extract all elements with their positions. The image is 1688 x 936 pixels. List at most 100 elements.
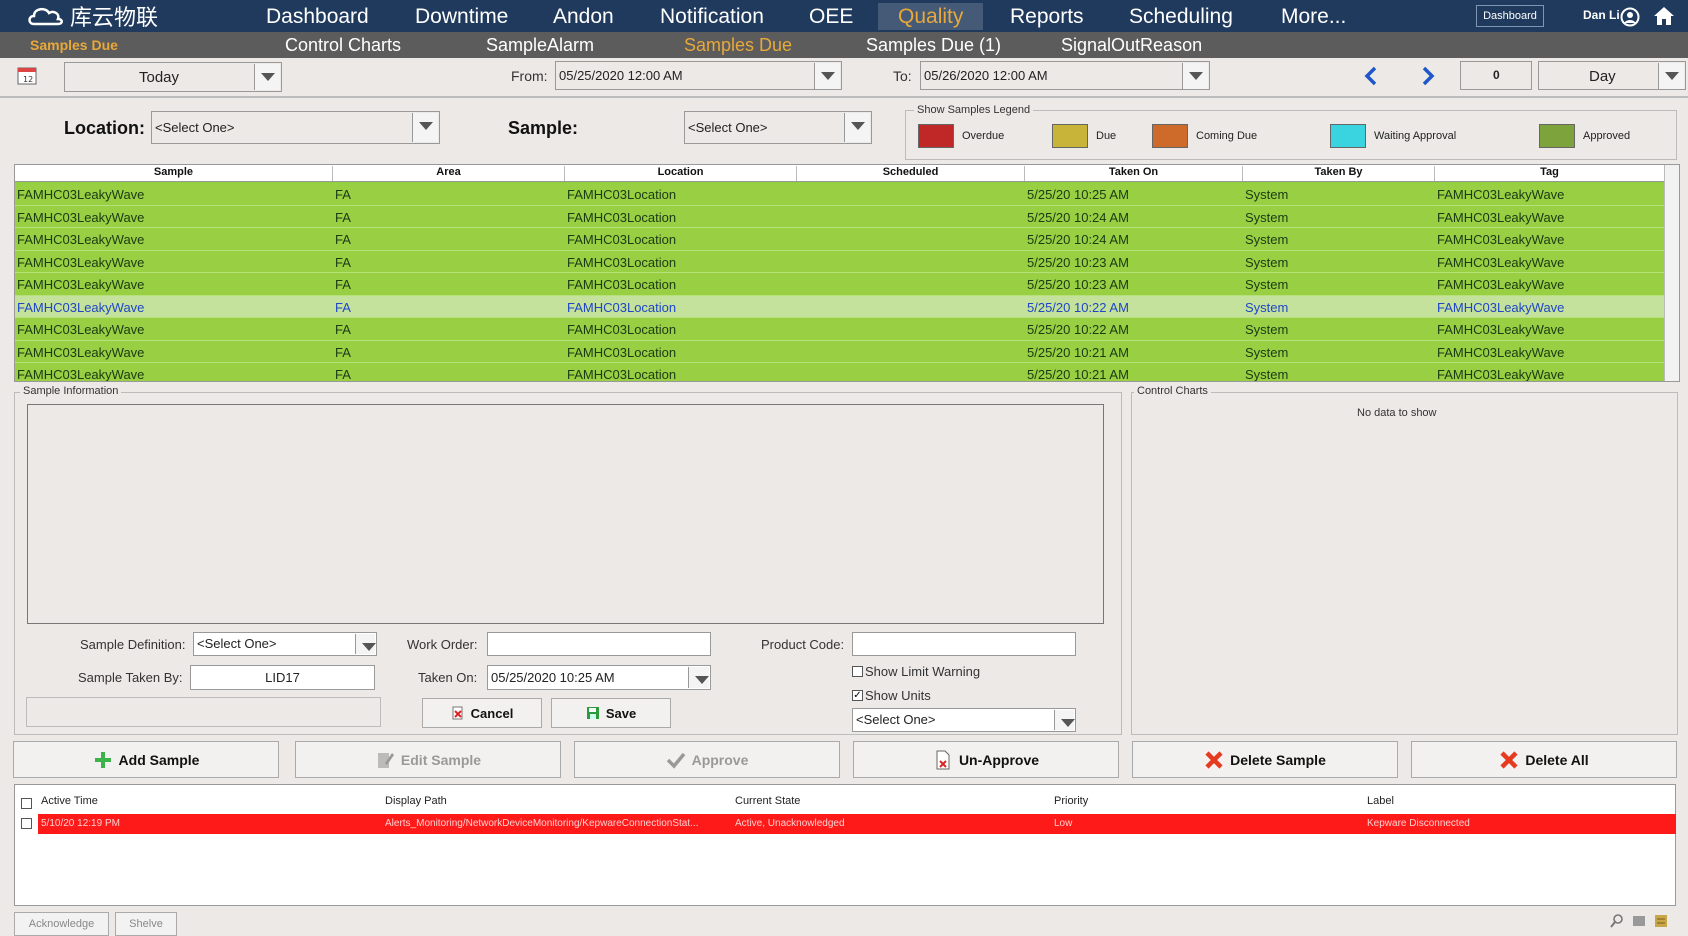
column-header-priority[interactable]: Priority	[1054, 795, 1088, 807]
sample-definition-select[interactable]: <Select One>	[193, 632, 377, 656]
nav-dashboard[interactable]: Dashboard	[266, 3, 369, 30]
chevron-left-icon[interactable]	[1362, 65, 1380, 87]
column-header-location[interactable]: Location	[565, 166, 797, 181]
show-units-label: Show Units	[865, 688, 931, 703]
nav-scheduling[interactable]: Scheduling	[1129, 3, 1233, 30]
cell-area: FA	[335, 232, 351, 247]
table-row[interactable]: FAMHC03LeakyWave FA FAMHC03Location 5/25/20…	[15, 340, 1665, 363]
product-code-field[interactable]	[852, 632, 1076, 656]
sample-taken-by-field[interactable]: LID17	[190, 665, 375, 690]
tab-samples-due-1[interactable]: Samples Due (1)	[866, 35, 1001, 56]
taken-on-field[interactable]: 05/25/2020 10:25 AM	[487, 665, 711, 690]
chevron-down-icon[interactable]	[355, 634, 376, 654]
period-select[interactable]: Day	[1538, 61, 1686, 90]
tab-sample-alarm[interactable]: SampleAlarm	[486, 35, 594, 56]
delete-sample-button[interactable]: Delete Sample	[1132, 741, 1398, 778]
approve-button[interactable]: Approve	[574, 741, 840, 778]
cell-sample: FAMHC03LeakyWave	[17, 232, 145, 247]
dashboard-button[interactable]: Dashboard	[1476, 5, 1544, 27]
column-header-current-state[interactable]: Current State	[735, 795, 800, 807]
tab-signal-out-reason[interactable]: SignalOutReason	[1061, 35, 1202, 56]
column-header-tag[interactable]: Tag	[1435, 166, 1665, 181]
column-header-area[interactable]: Area	[333, 166, 565, 181]
chevron-down-icon[interactable]	[844, 113, 870, 142]
product-code-label: Product Code:	[761, 637, 845, 652]
chevron-down-icon[interactable]	[1182, 63, 1208, 89]
document-icon	[936, 750, 950, 769]
legend-swatch-approved[interactable]	[1539, 124, 1575, 148]
legend-swatch-due[interactable]	[1052, 124, 1088, 148]
nav-more[interactable]: More...	[1281, 3, 1346, 30]
table-row[interactable]: FAMHC03LeakyWave FA FAMHC03Location 5/25/20…	[15, 205, 1665, 228]
home-icon[interactable]	[1652, 5, 1676, 27]
chevron-down-icon[interactable]	[254, 64, 280, 90]
tab-samples-due[interactable]: Samples Due	[684, 35, 792, 56]
range-select[interactable]: Today	[64, 62, 282, 92]
chevron-down-icon[interactable]	[1054, 710, 1075, 730]
cell-location: FAMHC03Location	[567, 344, 677, 360]
legend-swatch-waiting-approval[interactable]	[1330, 124, 1366, 148]
chevron-down-icon[interactable]	[814, 63, 840, 89]
column-header-label[interactable]: Label	[1367, 795, 1394, 807]
from-date-field[interactable]: 05/25/2020 12:00 AM	[555, 61, 842, 90]
legend-swatch-coming-due[interactable]	[1152, 124, 1188, 148]
grid-scrollbar[interactable]	[1664, 165, 1679, 381]
tab-control-charts[interactable]: Control Charts	[285, 35, 401, 56]
search-icon[interactable]	[1610, 914, 1624, 928]
table-row[interactable]: FAMHC03LeakyWave FA FAMHC03Location 5/25/20…	[15, 318, 1665, 341]
acknowledge-button[interactable]: Acknowledge	[14, 912, 109, 936]
select-all-checkbox[interactable]	[21, 798, 32, 809]
column-header-scheduled[interactable]: Scheduled	[797, 166, 1025, 181]
sample-information-area[interactable]	[27, 404, 1104, 624]
shelve-button[interactable]: Shelve	[115, 912, 177, 936]
table-row[interactable]: FAMHC03LeakyWave FA FAMHC03Location 5/25/20…	[15, 273, 1665, 296]
column-header-taken-on[interactable]: Taken On	[1025, 166, 1243, 181]
show-limit-warning-checkbox[interactable]	[852, 666, 863, 677]
table-row[interactable]: FAMHC03LeakyWave FA FAMHC03Location 5/25/20…	[15, 363, 1665, 381]
grid-header: Sample Area Location Scheduled Taken On …	[15, 165, 1665, 182]
column-header-taken-by[interactable]: Taken By	[1243, 166, 1435, 181]
legend-swatch-overdue[interactable]	[918, 124, 954, 148]
shelve-icon[interactable]	[1632, 914, 1646, 928]
user-avatar-icon[interactable]	[1620, 7, 1640, 27]
alarm-display-path: Alerts_Monitoring/NetworkDeviceMonitorin…	[385, 818, 699, 829]
show-units-checkbox[interactable]: ✓	[852, 690, 863, 701]
un-approve-button[interactable]: Un-Approve	[853, 741, 1119, 778]
column-header-active-time[interactable]: Active Time	[41, 795, 98, 807]
edit-sample-button[interactable]: Edit Sample	[295, 741, 561, 778]
nav-downtime[interactable]: Downtime	[415, 3, 508, 30]
cell-tag: FAMHC03LeakyWave	[1437, 344, 1565, 360]
work-order-field[interactable]	[487, 632, 711, 656]
cell-tag: FAMHC03LeakyWave	[1437, 232, 1565, 247]
add-sample-button[interactable]: Add Sample	[13, 741, 279, 778]
nav-reports[interactable]: Reports	[1010, 3, 1084, 30]
calendar-icon[interactable]: 12	[16, 64, 38, 86]
cell-taken-on: 5/25/20 10:22 AM	[1027, 322, 1129, 337]
location-select[interactable]: <Select One>	[151, 111, 440, 144]
table-row[interactable]: FAMHC03LeakyWave FA FAMHC03Location 5/25/20…	[15, 295, 1665, 318]
nav-oee[interactable]: OEE	[809, 3, 853, 30]
offset-field[interactable]: 0	[1460, 61, 1532, 90]
table-row[interactable]: FAMHC03LeakyWave FA FAMHC03Location 5/25/20…	[15, 228, 1665, 251]
table-row[interactable]: FAMHC03LeakyWave FA FAMHC03Location 5/25/20…	[15, 183, 1665, 206]
alarm-row[interactable]: 5/10/20 12:19 PM Alerts_Monitoring/Netwo…	[38, 814, 1676, 834]
nav-andon[interactable]: Andon	[553, 3, 614, 30]
chevron-down-icon[interactable]	[688, 667, 709, 688]
chevron-down-icon[interactable]	[412, 113, 438, 142]
cancel-button[interactable]: Cancel	[422, 698, 542, 728]
nav-notification[interactable]: Notification	[660, 3, 764, 30]
to-date-field[interactable]: 05/26/2020 12:00 AM	[920, 61, 1210, 90]
cell-area: FA	[335, 344, 351, 360]
chevron-right-icon[interactable]	[1419, 65, 1437, 87]
chevron-down-icon[interactable]	[1658, 63, 1684, 89]
nav-quality[interactable]: Quality	[878, 3, 984, 30]
units-select[interactable]: <Select One>	[852, 708, 1076, 732]
sample-select[interactable]: <Select One>	[684, 111, 872, 144]
column-header-sample[interactable]: Sample	[15, 166, 333, 181]
alarm-row-checkbox[interactable]	[21, 818, 32, 829]
table-row[interactable]: FAMHC03LeakyWave FA FAMHC03Location 5/25/20…	[15, 250, 1665, 273]
column-header-display-path[interactable]: Display Path	[385, 795, 447, 807]
archive-icon[interactable]	[1654, 914, 1668, 928]
delete-all-button[interactable]: Delete All	[1411, 741, 1677, 778]
save-button[interactable]: Save	[551, 698, 671, 728]
